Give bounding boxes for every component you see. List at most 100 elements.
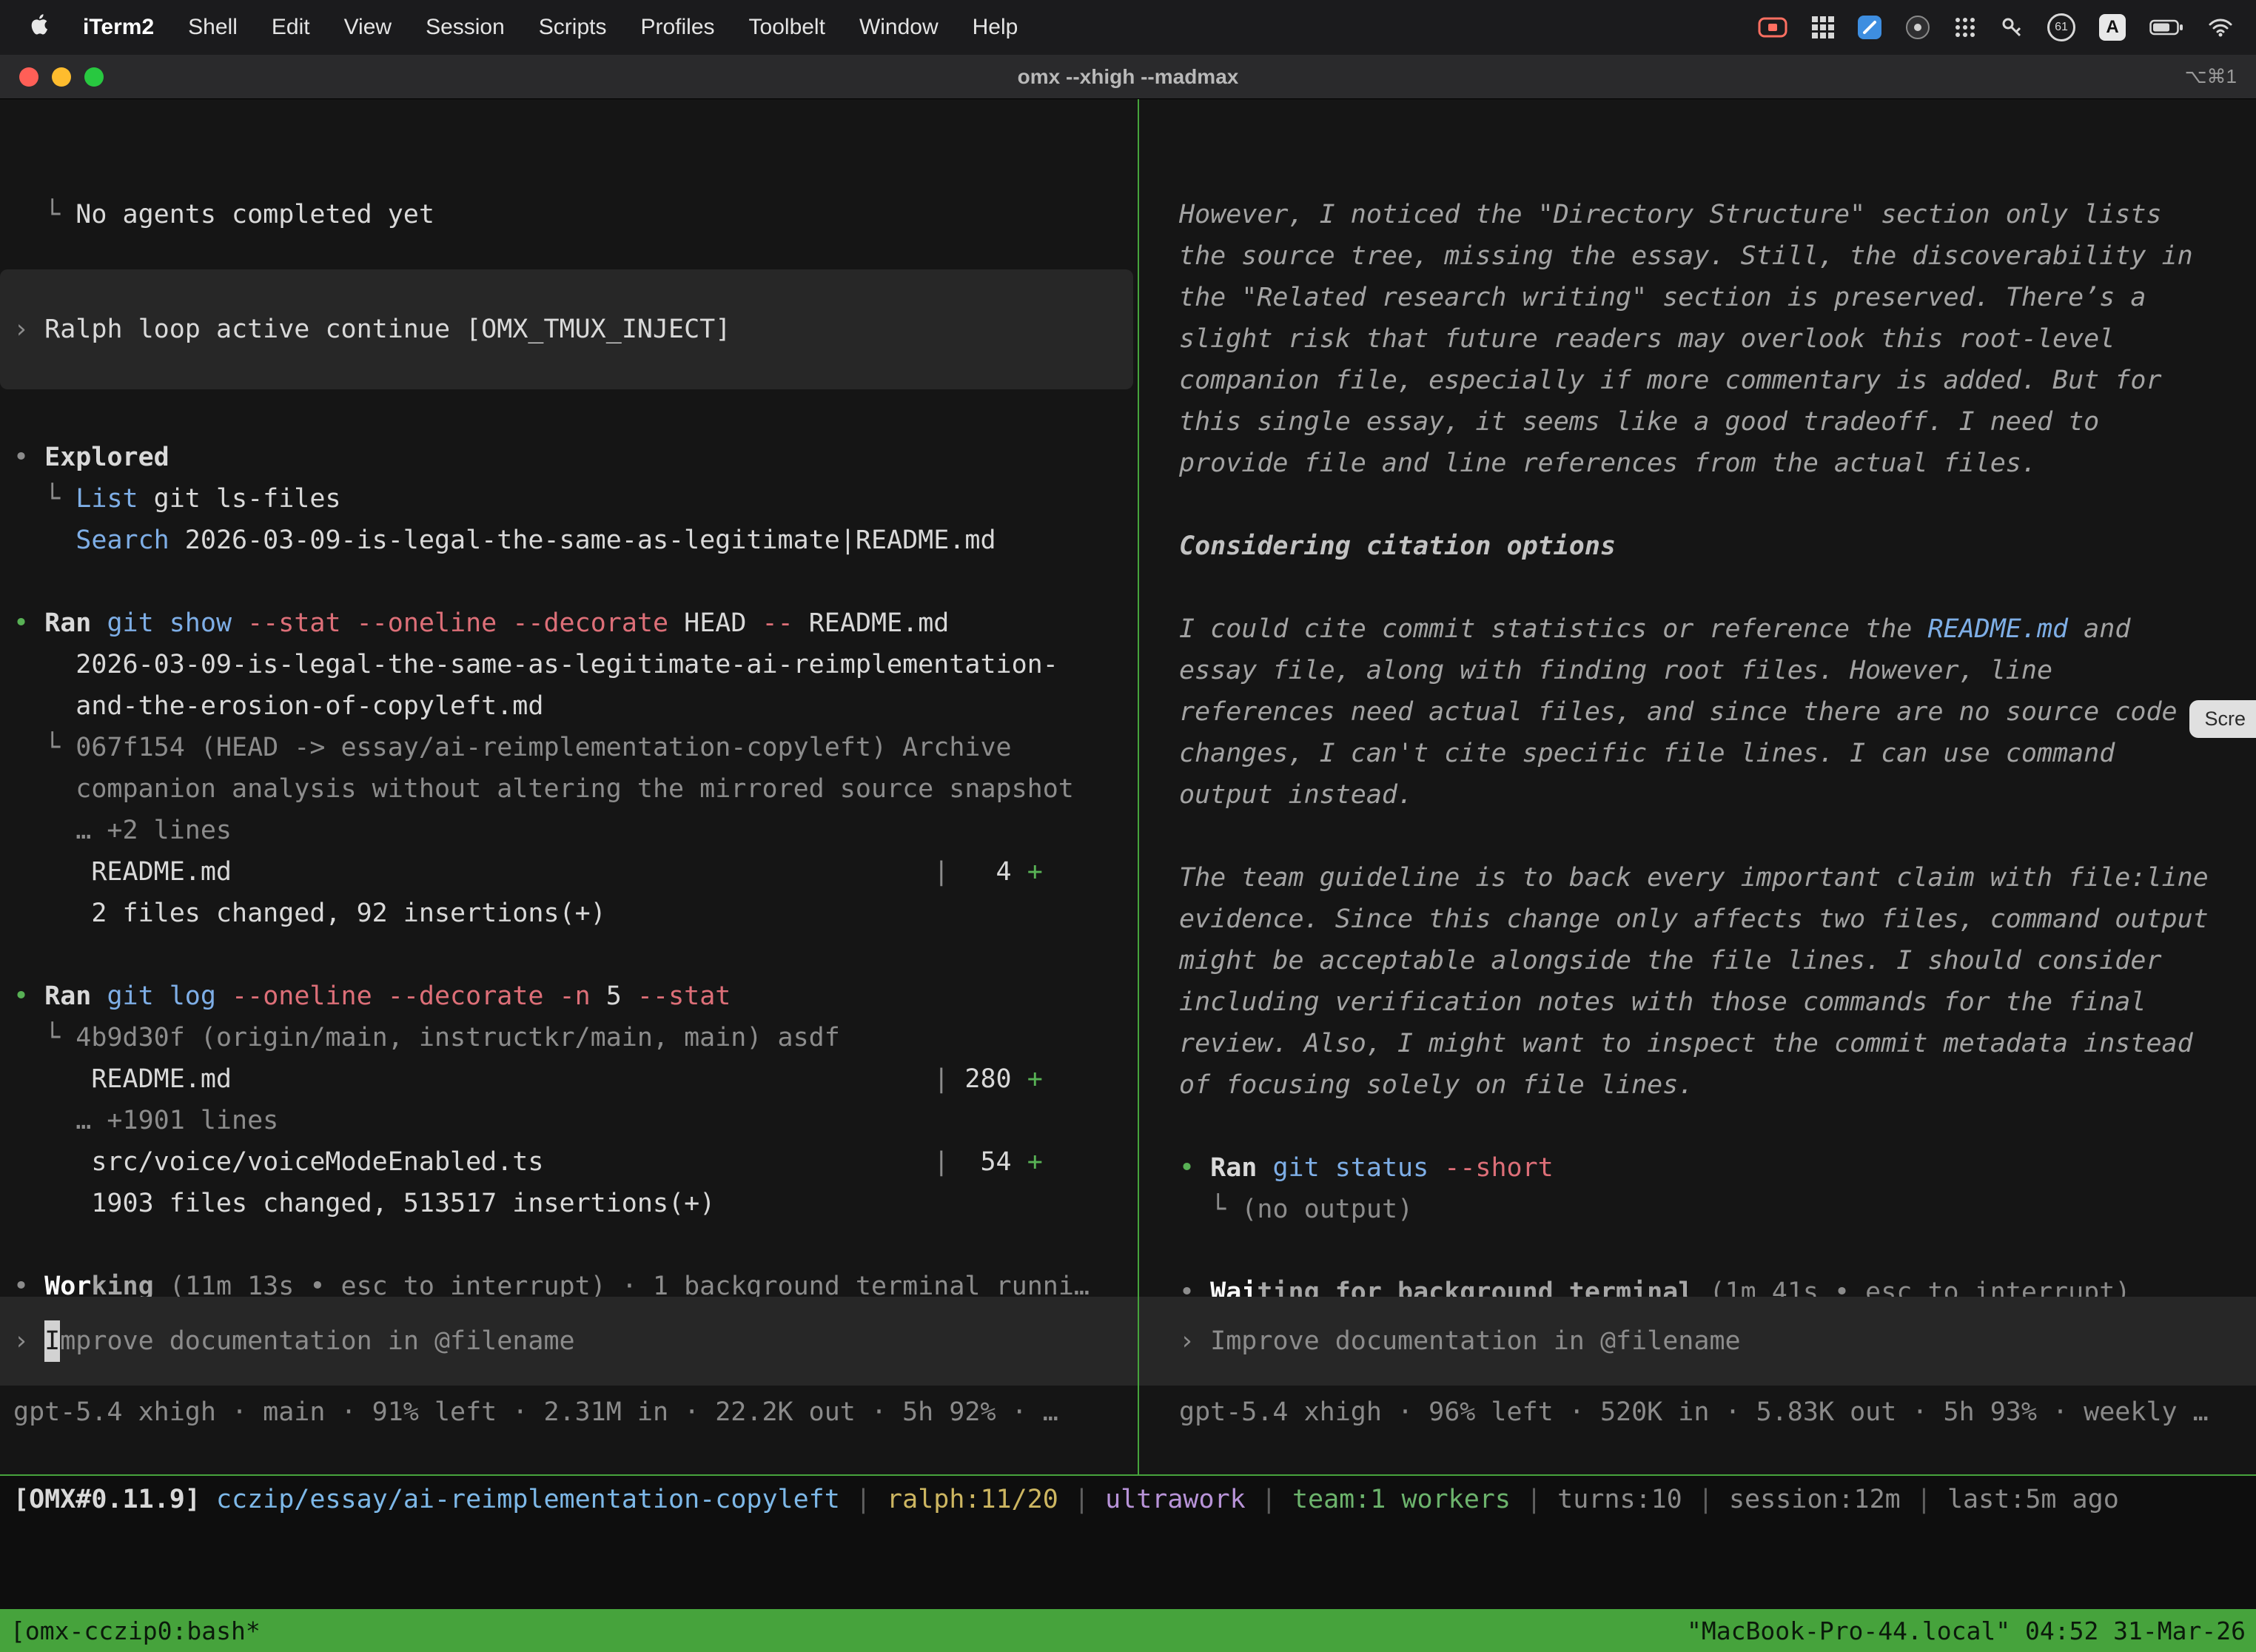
apple-menu-icon[interactable] xyxy=(28,13,49,42)
text-run: README.md xyxy=(793,608,950,638)
terminal-line: of focusing solely on file lines. xyxy=(1179,1064,2256,1106)
terminal-line: provide file and line references from th… xyxy=(1179,443,2256,484)
menu-item-window[interactable]: Window xyxy=(859,15,939,40)
text-run: provide file and line references from th… xyxy=(1179,449,2037,478)
window-titlebar: omx --xhigh --madmax ⌥⌘1 xyxy=(0,55,2256,99)
text-run: turns:10 xyxy=(1557,1485,1682,1514)
text-run: | xyxy=(1682,1485,1729,1514)
text-run: 2026-03-09-is-legal-the-same-as-legitima… xyxy=(169,526,996,555)
text-run xyxy=(1257,1153,1272,1183)
text-run: changes, I can't cite specific file line… xyxy=(1179,739,2115,768)
terminal-line: └ List git ls-files xyxy=(13,478,1138,520)
text-run: However, I noticed the "Directory Struct… xyxy=(1179,200,2162,229)
text-run: Explored xyxy=(44,443,169,472)
menu-item-shell[interactable]: Shell xyxy=(188,15,238,40)
text-run xyxy=(91,608,107,638)
terminal-pane-right[interactable]: However, I noticed the "Directory Struct… xyxy=(1139,99,2256,1474)
close-window-button[interactable] xyxy=(19,67,38,87)
text-run: ultrawork xyxy=(1105,1485,1246,1514)
text-run: team:1 workers xyxy=(1292,1485,1511,1514)
menu-item-profiles[interactable]: Profiles xyxy=(640,15,714,40)
dark-app-icon[interactable] xyxy=(1905,15,1930,40)
zoom-window-button[interactable] xyxy=(84,67,104,87)
terminal-line: └ 4b9d30f (origin/main, instructkr/main,… xyxy=(13,1017,1138,1058)
grid-icon[interactable] xyxy=(1812,16,1834,38)
terminal-pane-left[interactable]: └ No agents completed yet› Ralph loop ac… xyxy=(0,99,1138,1474)
text-run xyxy=(216,981,232,1011)
text-run: output instead. xyxy=(1179,780,1413,810)
dots-grid-icon[interactable] xyxy=(1954,16,1976,38)
text-run: • xyxy=(13,981,44,1011)
text-run xyxy=(91,981,107,1011)
explored-header: • Explored xyxy=(13,437,1138,478)
blank-line xyxy=(1179,1106,2256,1147)
text-run: 4b9d30f (origin/main, instructkr/main, m… xyxy=(75,1023,840,1052)
menu-items: iTerm2 Shell Edit View Session Scripts Profile… xyxy=(83,15,1018,40)
prompt-input-right[interactable]: › Improve documentation in @filename xyxy=(1139,1297,2256,1386)
prompt-input-left[interactable]: › Improve documentation in @filename xyxy=(0,1297,1138,1386)
menu-item-scripts[interactable]: Scripts xyxy=(539,15,607,40)
text-run: ralph:11/20 xyxy=(887,1485,1058,1514)
minimize-window-button[interactable] xyxy=(52,67,71,87)
terminal-window: └ No agents completed yet› Ralph loop ac… xyxy=(0,99,2256,1476)
menu-item-help[interactable]: Help xyxy=(973,15,1018,40)
text-run: including verification notes with those … xyxy=(1179,987,2146,1017)
pane-left-scrollback: └ No agents completed yet› Ralph loop ac… xyxy=(13,194,1138,1307)
terminal-line: └ (no output) xyxy=(1179,1189,2256,1230)
text-run: review. Also, I might want to inspect th… xyxy=(1179,1029,2193,1058)
terminal-line: essay file, along with finding root file… xyxy=(1179,650,2256,691)
menu-bar-left: iTerm2 Shell Edit View Session Scripts Profile… xyxy=(28,13,1018,42)
text-run: Ran xyxy=(1210,1153,1257,1183)
ralph-loop-banner: › Ralph loop active continue [OMX_TMUX_I… xyxy=(0,269,1133,389)
terminal-line: the source tree, missing the essay. Stil… xyxy=(1179,235,2256,277)
menu-item-session[interactable]: Session xyxy=(426,15,505,40)
reasoning-heading: Considering citation options xyxy=(1179,526,2256,567)
text-run: + xyxy=(1027,857,1043,887)
wifi-icon[interactable] xyxy=(2207,17,2234,38)
text-run: 54 xyxy=(949,1147,1027,1177)
blank-line xyxy=(13,561,1138,602)
text-run: | xyxy=(933,857,949,887)
text-run: HEAD xyxy=(668,608,762,638)
text-run: git show xyxy=(107,608,232,638)
screen-tooltip[interactable]: Scre xyxy=(2189,700,2256,738)
text-run: I could cite commit statistics or refere… xyxy=(1179,614,1927,644)
text-run: and xyxy=(2068,614,2130,644)
model-status-left: gpt-5.4 xhigh · main · 91% left · 2.31M … xyxy=(13,1391,1058,1433)
blank-line xyxy=(13,934,1138,976)
battery-percent-icon[interactable]: 61 xyxy=(2047,13,2075,41)
terminal-line: 2 files changed, 92 insertions(+) xyxy=(13,893,1138,934)
terminal-line: However, I noticed the "Directory Struct… xyxy=(1179,194,2256,235)
text-run: README.md xyxy=(13,1064,232,1094)
text-run xyxy=(543,1147,933,1177)
text-run: └ xyxy=(13,484,75,514)
text-run: › xyxy=(1179,1320,1210,1362)
blank-line xyxy=(1179,484,2256,526)
key-icon[interactable] xyxy=(2000,16,2024,39)
input-source-icon[interactable]: A xyxy=(2099,14,2126,41)
terminal-line: slight risk that future readers may over… xyxy=(1179,318,2256,360)
battery-icon[interactable] xyxy=(2149,19,2183,36)
menu-item-edit[interactable]: Edit xyxy=(272,15,310,40)
screen-recording-indicator-icon[interactable] xyxy=(1757,16,1788,39)
blue-app-icon[interactable] xyxy=(1858,16,1881,39)
text-run: essay file, along with finding root file… xyxy=(1179,656,2052,685)
text-run: Improve documentation in @filename xyxy=(1210,1320,1740,1362)
terminal-line: the "Related research writing" section i… xyxy=(1179,277,2256,318)
input-source-letter: A xyxy=(2106,17,2118,38)
menu-item-view[interactable]: View xyxy=(344,15,392,40)
text-run xyxy=(232,857,933,887)
terminal-line: Search 2026-03-09-is-legal-the-same-as-l… xyxy=(13,520,1138,561)
terminal-line: including verification notes with those … xyxy=(1179,981,2256,1023)
terminal-line: companion file, especially if more comme… xyxy=(1179,360,2256,401)
terminal-line: … +1901 lines xyxy=(13,1100,1138,1141)
text-run: I xyxy=(44,1320,60,1362)
battery-percent-value: 61 xyxy=(2055,21,2068,34)
text-run: … +1901 lines xyxy=(13,1106,278,1135)
menu-item-toolbelt[interactable]: Toolbelt xyxy=(749,15,825,40)
text-run: 067f154 (HEAD -> essay/ai-reimplementati… xyxy=(75,733,1011,762)
text-run: (no output) xyxy=(1241,1195,1413,1224)
menu-item-iterm2[interactable]: iTerm2 xyxy=(83,15,154,40)
terminal-line: README.md | 4 + xyxy=(13,851,1138,893)
terminal-line: this single essay, it seems like a good … xyxy=(1179,401,2256,443)
